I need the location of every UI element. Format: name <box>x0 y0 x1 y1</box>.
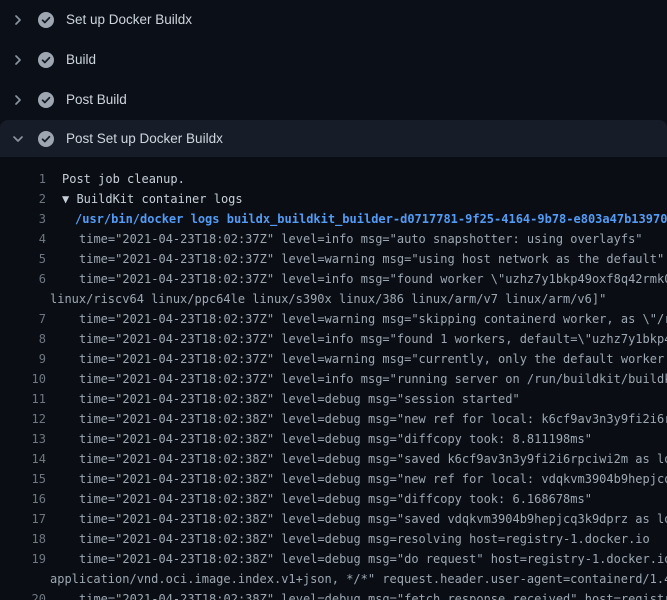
line-number[interactable]: 9 <box>0 349 46 369</box>
log-line: 1 Post job cleanup. <box>0 169 667 189</box>
log-line: 10 time="2021-04-23T18:02:37Z" level=info… <box>0 369 667 389</box>
step-label: Post Build <box>66 92 127 108</box>
log-text: time="2021-04-23T18:02:37Z" level=warnin… <box>79 252 664 266</box>
log-text: time="2021-04-23T18:02:37Z" level=warnin… <box>79 352 667 366</box>
log-line: 4 time="2021-04-23T18:02:37Z" level=info … <box>0 229 667 249</box>
log-lines: 1 Post job cleanup. 2 ▼ BuildKit container … <box>0 157 667 600</box>
log-text: time="2021-04-23T18:02:37Z" level=info m… <box>79 372 667 386</box>
log-text: time="2021-04-23T18:02:38Z" level=debug … <box>79 512 667 526</box>
log-text: time="2021-04-23T18:02:38Z" level=debug … <box>79 432 592 446</box>
line-number[interactable]: 10 <box>0 369 46 389</box>
step-label: Build <box>66 52 96 68</box>
log-line: 20 time="2021-04-23T18:02:38Z" level=debu… <box>0 589 667 600</box>
log-line: 3/usr/bin/docker logs buildx_buildkit_bu… <box>0 209 667 229</box>
line-number[interactable]: 6 <box>0 269 46 289</box>
log-text: time="2021-04-23T18:02:38Z" level=debug … <box>79 472 667 486</box>
log-line: 19 time="2021-04-23T18:02:38Z" level=debu… <box>0 549 667 569</box>
log-line: 9 time="2021-04-23T18:02:37Z" level=warni… <box>0 349 667 369</box>
log-text: application/vnd.oci.image.index.v1+json,… <box>50 572 667 586</box>
log-line: 7 time="2021-04-23T18:02:37Z" level=warni… <box>0 309 667 329</box>
line-number[interactable]: 17 <box>0 509 46 529</box>
chevron-right-icon <box>10 92 26 108</box>
log-line: 11 time="2021-04-23T18:02:38Z" level=debu… <box>0 389 667 409</box>
line-number[interactable]: 1 <box>0 169 46 189</box>
line-number[interactable]: 3 <box>0 209 46 229</box>
log-line: 5 time="2021-04-23T18:02:37Z" level=warni… <box>0 249 667 269</box>
log-text: time="2021-04-23T18:02:38Z" level=debug … <box>79 492 592 506</box>
step-build[interactable]: Build <box>0 40 667 80</box>
step-label: Post Set up Docker Buildx <box>66 131 223 147</box>
line-number[interactable]: 15 <box>0 469 46 489</box>
log-text: time="2021-04-23T18:02:38Z" level=debug … <box>79 412 667 426</box>
log-text: time="2021-04-23T18:02:38Z" level=debug … <box>79 552 667 566</box>
log-text: Post job cleanup. <box>62 172 185 186</box>
step-post-build[interactable]: Post Build <box>0 80 667 120</box>
check-circle-icon <box>38 92 54 108</box>
line-number[interactable]: 7 <box>0 309 46 329</box>
line-number[interactable]: 19 <box>0 549 46 569</box>
log-line: 13 time="2021-04-23T18:02:38Z" level=debu… <box>0 429 667 449</box>
log-line: 2 ▼ BuildKit container logs <box>0 189 667 209</box>
line-number[interactable]: 2 <box>0 189 46 209</box>
line-number[interactable]: 16 <box>0 489 46 509</box>
log-line: 16 time="2021-04-23T18:02:38Z" level=debu… <box>0 489 667 509</box>
log-line: application/vnd.oci.image.index.v1+json,… <box>0 569 667 589</box>
chevron-right-icon <box>10 12 26 28</box>
log-text: time="2021-04-23T18:02:38Z" level=debug … <box>79 452 667 466</box>
log-line: 8 time="2021-04-23T18:02:37Z" level=info … <box>0 329 667 349</box>
log-line: 15 time="2021-04-23T18:02:38Z" level=debu… <box>0 469 667 489</box>
log-text: time="2021-04-23T18:02:38Z" level=debug … <box>79 592 667 600</box>
check-circle-icon <box>38 52 54 68</box>
log-group-toggle-icon[interactable]: ▼ <box>62 192 76 206</box>
step-set-up-docker-buildx[interactable]: Set up Docker Buildx <box>0 0 667 40</box>
chevron-right-icon <box>10 52 26 68</box>
line-number[interactable]: 13 <box>0 429 46 449</box>
log-text: time="2021-04-23T18:02:38Z" level=debug … <box>79 532 650 546</box>
line-number[interactable]: 14 <box>0 449 46 469</box>
check-circle-icon <box>38 131 54 147</box>
steps-list: Set up Docker Buildx Build Post Build Po… <box>0 0 667 157</box>
log-text: time="2021-04-23T18:02:38Z" level=debug … <box>79 392 520 406</box>
step-post-set-up-docker-buildx[interactable]: Post Set up Docker Buildx <box>0 120 667 157</box>
line-number[interactable]: 4 <box>0 229 46 249</box>
log-line: 17 time="2021-04-23T18:02:38Z" level=debu… <box>0 509 667 529</box>
log-text: time="2021-04-23T18:02:37Z" level=info m… <box>79 272 667 286</box>
line-number[interactable]: 18 <box>0 529 46 549</box>
line-number[interactable]: 8 <box>0 329 46 349</box>
check-circle-icon <box>38 12 54 28</box>
log-group-label[interactable]: BuildKit container logs <box>76 192 242 206</box>
chevron-down-icon <box>10 131 26 147</box>
line-number[interactable]: 20 <box>0 589 46 600</box>
step-label: Set up Docker Buildx <box>66 12 192 28</box>
log-line: 6 time="2021-04-23T18:02:37Z" level=info … <box>0 269 667 289</box>
line-number[interactable]: 12 <box>0 409 46 429</box>
line-number[interactable]: 5 <box>0 249 46 269</box>
log-line: 18 time="2021-04-23T18:02:38Z" level=debu… <box>0 529 667 549</box>
log-text: linux/riscv64 linux/ppc64le linux/s390x … <box>50 292 606 306</box>
log-command-text: /usr/bin/docker logs buildx_buildkit_bui… <box>75 212 667 226</box>
log-text: time="2021-04-23T18:02:37Z" level=warnin… <box>79 312 667 326</box>
log-text: time="2021-04-23T18:02:37Z" level=info m… <box>79 332 667 346</box>
log-text: time="2021-04-23T18:02:37Z" level=info m… <box>79 232 643 246</box>
log-line: 14 time="2021-04-23T18:02:38Z" level=debu… <box>0 449 667 469</box>
log-line: 12 time="2021-04-23T18:02:38Z" level=debu… <box>0 409 667 429</box>
line-number[interactable]: 11 <box>0 389 46 409</box>
log-line: linux/riscv64 linux/ppc64le linux/s390x … <box>0 289 667 309</box>
